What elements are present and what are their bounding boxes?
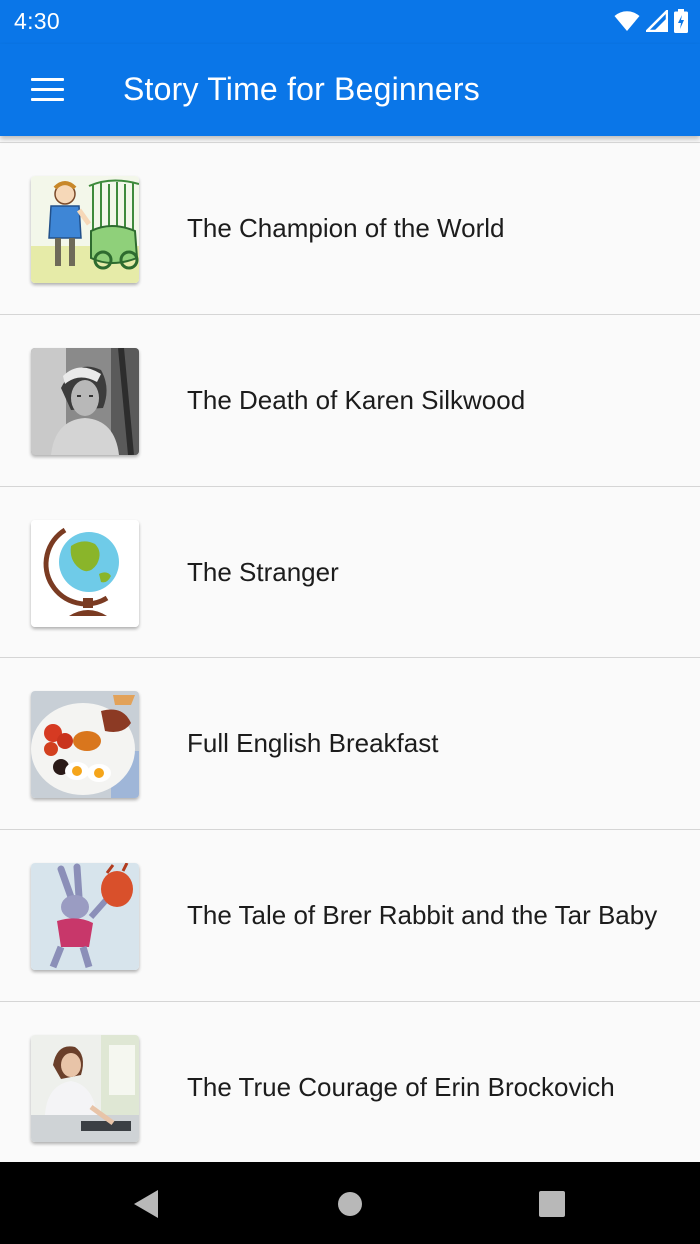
home-circle-icon[interactable] [330, 1184, 370, 1224]
recents-square-icon[interactable] [532, 1184, 572, 1224]
app-bar: Story Time for Beginners [0, 44, 700, 136]
list-item[interactable]: Full English Breakfast [0, 658, 700, 831]
woman-bw-photo [31, 347, 139, 455]
battery-charging-icon [674, 9, 688, 33]
back-triangle-icon[interactable] [128, 1184, 168, 1224]
list-item[interactable]: The Stranger [0, 486, 700, 659]
woman-at-desk-photo [31, 1034, 139, 1142]
story-title: The Death of Karen Silkwood [187, 384, 526, 415]
globe-icon [31, 519, 139, 627]
story-title: The True Courage of Erin Brockovich [187, 1071, 615, 1102]
status-icons [614, 9, 688, 33]
list-item[interactable]: The Champion of the World [0, 143, 700, 315]
wifi-icon [614, 11, 640, 31]
signal-icon [646, 10, 668, 32]
list-item[interactable]: The Death of Karen Silkwood [0, 314, 700, 487]
boy-with-car-illustration [31, 176, 139, 283]
story-title: The Stranger [187, 556, 339, 587]
page-title: Story Time for Beginners [123, 71, 480, 107]
hamburger-menu-icon[interactable] [24, 70, 70, 110]
rabbit-illustration [31, 863, 139, 971]
system-nav-bar [0, 1162, 700, 1244]
story-title: The Tale of Brer Rabbit and the Tar Baby [187, 900, 658, 931]
list-item[interactable]: The True Courage of Erin Brockovich [0, 1001, 700, 1162]
story-list: The Champion of the World The Death of K… [0, 142, 700, 1162]
status-bar: 4:30 [0, 0, 700, 44]
list-item[interactable]: The Tale of Brer Rabbit and the Tar Baby [0, 830, 700, 1002]
status-time: 4:30 [14, 8, 60, 34]
breakfast-plate-photo [31, 691, 139, 799]
story-title: The Champion of the World [187, 213, 505, 243]
story-title: Full English Breakfast [187, 728, 439, 759]
